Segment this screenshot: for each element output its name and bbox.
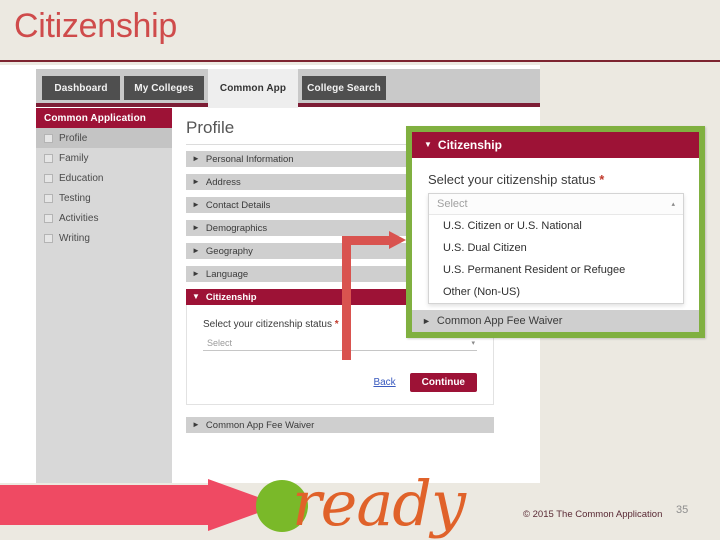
chevron-down-icon: ▾	[471, 339, 475, 347]
ready-logo-arrow-icon	[0, 479, 280, 531]
dropdown-option-us-dual-citizen[interactable]: U.S. Dual Citizen	[429, 237, 683, 259]
chevron-right-icon: ►	[422, 315, 431, 326]
tab-my-colleges[interactable]: My Colleges	[124, 76, 204, 100]
dropdown-selected-value[interactable]: Select ▴	[429, 194, 683, 215]
callout-fee-waiver-row[interactable]: ► Common App Fee Waiver	[412, 310, 699, 332]
checkbox-icon	[44, 133, 53, 143]
sidebar-item-testing[interactable]: Testing	[36, 188, 172, 208]
tab-college-search[interactable]: College Search	[302, 76, 386, 100]
accordion-label: Language	[205, 268, 249, 280]
callout-field-label: Select your citizenship status *	[428, 172, 683, 187]
dropdown-option-us-citizen[interactable]: U.S. Citizen or U.S. National	[429, 215, 683, 237]
chevron-right-icon: ►	[192, 154, 200, 163]
accordion-common-app-fee-waiver[interactable]: ► Common App Fee Waiver	[186, 417, 494, 433]
accordion-label: Citizenship	[205, 291, 257, 303]
accordion-label: Contact Details	[205, 199, 271, 211]
sidebar-item-label: Testing	[59, 192, 91, 204]
callout-arrow-shaft-vertical	[342, 236, 351, 360]
ready-logo-wordmark: ready	[292, 467, 466, 540]
sidebar-item-profile[interactable]: Profile	[36, 128, 181, 148]
sidebar-item-education[interactable]: Education	[36, 168, 172, 188]
sidebar-item-label: Family	[59, 152, 89, 164]
copyright-notice: © 2015 The Common Application	[523, 509, 663, 520]
chevron-right-icon: ►	[192, 223, 200, 232]
checkbox-icon	[44, 173, 53, 183]
callout-arrow-head-icon	[389, 231, 406, 249]
sidebar-item-label: Writing	[59, 232, 90, 244]
chevron-right-icon: ►	[192, 246, 200, 255]
callout-header-label: Citizenship	[437, 138, 502, 152]
sidebar: Common Application Profile Family Educat…	[36, 108, 181, 483]
tab-bar: Dashboard My Colleges Common App College…	[36, 69, 540, 107]
chevron-up-icon: ▴	[671, 201, 675, 208]
callout-body: Select your citizenship status * Select …	[412, 158, 699, 304]
field-label-text: Select your citizenship status	[203, 319, 332, 330]
dropdown-option-other-non-us[interactable]: Other (Non-US)	[429, 281, 683, 303]
zoom-callout: ▼ Citizenship Select your citizenship st…	[406, 126, 705, 338]
chevron-down-icon: ▼	[192, 292, 200, 301]
checkbox-icon	[44, 213, 53, 223]
callout-field-label-text: Select your citizenship status	[428, 172, 596, 187]
callout-header: ▼ Citizenship	[412, 132, 699, 158]
chevron-right-icon: ►	[192, 200, 200, 209]
chevron-right-icon: ►	[192, 269, 200, 278]
sidebar-item-label: Profile	[59, 132, 88, 144]
required-asterisk: *	[334, 319, 339, 330]
sidebar-header: Common Application	[36, 108, 172, 128]
chevron-right-icon: ►	[192, 177, 200, 186]
title-divider	[0, 60, 720, 62]
form-actions: Back Continue	[203, 373, 477, 392]
continue-button[interactable]: Continue	[409, 373, 477, 392]
sidebar-item-writing[interactable]: Writing	[36, 228, 172, 248]
sidebar-item-activities[interactable]: Activities	[36, 208, 172, 228]
dropdown-option-permanent-resident[interactable]: U.S. Permanent Resident or Refugee	[429, 259, 683, 281]
chevron-down-icon: ▼	[424, 140, 432, 149]
accordion-label: Common App Fee Waiver	[205, 419, 315, 431]
sidebar-item-label: Activities	[59, 212, 99, 224]
page-number: 35	[676, 504, 689, 516]
tab-dashboard[interactable]: Dashboard	[42, 76, 120, 100]
checkbox-icon	[44, 233, 53, 243]
tab-common-app[interactable]: Common App	[208, 69, 298, 107]
sidebar-item-family[interactable]: Family	[36, 148, 172, 168]
page-title: Citizenship	[14, 7, 177, 45]
required-asterisk: *	[599, 172, 605, 187]
citizenship-dropdown-open[interactable]: Select ▴ U.S. Citizen or U.S. National U…	[428, 193, 684, 304]
accordion-label: Demographics	[205, 222, 268, 234]
checkbox-icon	[44, 193, 53, 203]
back-link[interactable]: Back	[373, 377, 395, 388]
sidebar-item-label: Education	[59, 172, 104, 184]
accordion-label: Personal Information	[205, 153, 294, 165]
select-value: Select	[437, 198, 468, 210]
accordion-label: Geography	[205, 245, 253, 257]
select-value: Select	[207, 337, 233, 348]
accordion-label: Address	[205, 176, 241, 188]
checkbox-icon	[44, 153, 53, 163]
callout-fee-waiver-label: Common App Fee Waiver	[436, 315, 563, 327]
chevron-right-icon: ►	[192, 420, 200, 429]
callout-arrow-shaft-horizontal	[342, 236, 396, 245]
